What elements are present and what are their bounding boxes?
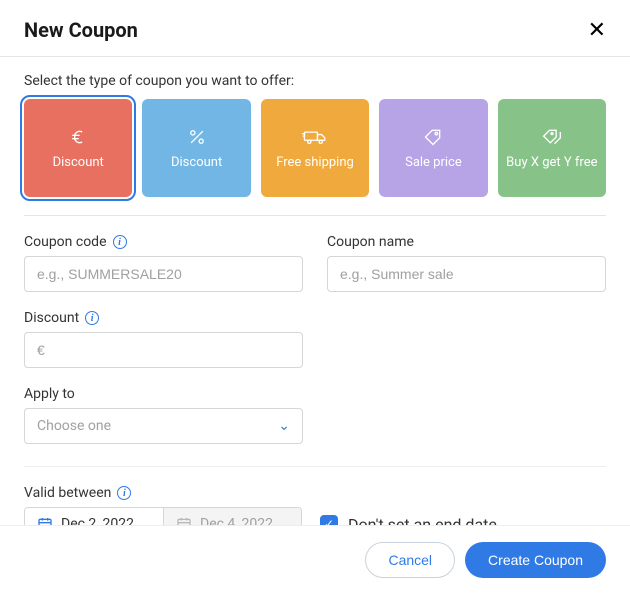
discount-label: Discount bbox=[24, 310, 79, 326]
type-tile-euro-discount[interactable]: Discount bbox=[24, 99, 132, 197]
close-icon: ✕ bbox=[588, 17, 606, 42]
no-end-date-label: Don't set an end date bbox=[348, 515, 497, 526]
create-coupon-button[interactable]: Create Coupon bbox=[465, 542, 606, 578]
tag-icon bbox=[422, 127, 444, 147]
check-icon: ✓ bbox=[324, 517, 334, 525]
date-range-picker: Dec 2, 2022 Dec 4, 2022 bbox=[24, 507, 302, 525]
coupon-type-group: Discount Discount Free shipping Sale pri… bbox=[24, 99, 606, 197]
type-tile-sale-price[interactable]: Sale price bbox=[379, 99, 487, 197]
tags-icon bbox=[540, 127, 564, 147]
no-end-date-checkbox[interactable]: ✓ bbox=[320, 515, 338, 525]
coupon-name-label: Coupon name bbox=[327, 234, 414, 250]
coupon-name-input[interactable] bbox=[327, 256, 606, 292]
divider bbox=[24, 215, 606, 216]
type-tile-label: Sale price bbox=[405, 155, 462, 172]
truck-icon bbox=[302, 127, 328, 147]
chevron-down-icon: ⌄ bbox=[278, 418, 290, 434]
valid-between-label: Valid between bbox=[24, 485, 111, 501]
end-date-input: Dec 4, 2022 bbox=[163, 508, 301, 525]
discount-input[interactable] bbox=[24, 332, 303, 368]
type-tile-percent-discount[interactable]: Discount bbox=[142, 99, 250, 197]
type-tile-label: Discount bbox=[171, 155, 222, 172]
start-date-input[interactable]: Dec 2, 2022 bbox=[25, 508, 163, 525]
apply-to-placeholder: Choose one bbox=[37, 418, 111, 434]
start-date-value: Dec 2, 2022 bbox=[61, 516, 134, 525]
type-tile-label: Free shipping bbox=[276, 155, 354, 172]
type-tile-buy-x-get-y[interactable]: Buy X get Y free bbox=[498, 99, 606, 197]
end-date-value: Dec 4, 2022 bbox=[200, 516, 273, 525]
calendar-icon bbox=[176, 516, 192, 525]
calendar-icon bbox=[37, 516, 53, 525]
type-tile-label: Buy X get Y free bbox=[506, 155, 597, 172]
info-icon[interactable]: i bbox=[117, 486, 131, 500]
apply-to-label: Apply to bbox=[24, 386, 75, 402]
divider bbox=[24, 466, 606, 467]
info-icon[interactable]: i bbox=[85, 311, 99, 325]
euro-icon bbox=[68, 127, 88, 147]
apply-to-select[interactable]: Choose one ⌄ bbox=[24, 408, 303, 444]
cancel-button[interactable]: Cancel bbox=[365, 542, 455, 578]
type-tile-free-shipping[interactable]: Free shipping bbox=[261, 99, 369, 197]
type-tile-label: Discount bbox=[53, 155, 104, 172]
dialog-title: New Coupon bbox=[24, 18, 138, 42]
coupon-code-label: Coupon code bbox=[24, 234, 107, 250]
close-button[interactable]: ✕ bbox=[588, 19, 606, 41]
percent-icon bbox=[187, 127, 207, 147]
info-icon[interactable]: i bbox=[113, 235, 127, 249]
coupon-code-input[interactable] bbox=[24, 256, 303, 292]
type-prompt: Select the type of coupon you want to of… bbox=[24, 73, 606, 89]
